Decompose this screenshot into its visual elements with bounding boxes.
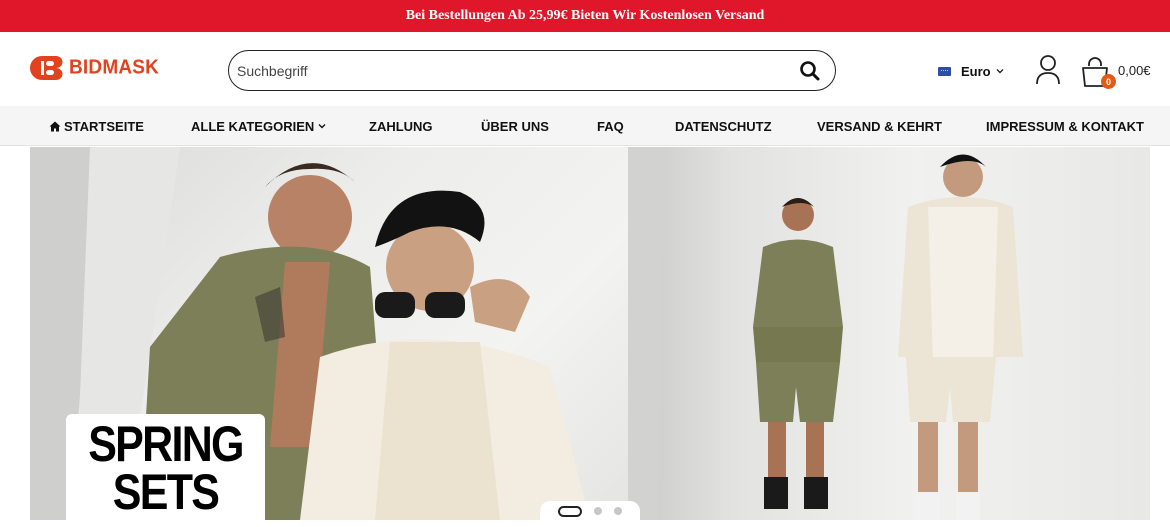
search-icon[interactable] [799, 60, 821, 82]
site-header: BIDMASK Euro 0 0,00€ [0, 32, 1170, 106]
nav-label: VERSAND & KEHRT [817, 118, 942, 134]
announcement-text: Bei Bestellungen Ab 25,99€ Bieten Wir Ko… [405, 8, 765, 23]
nav-label: ÜBER UNS [481, 118, 549, 134]
search-bar [228, 50, 836, 91]
currency-selector[interactable]: Euro [938, 63, 1005, 79]
nav-item-ueber-uns[interactable]: ÜBER UNS [481, 106, 549, 146]
slider-dot-1[interactable] [558, 505, 582, 517]
nav-label: STARTSEITE [64, 118, 144, 134]
nav-label: ZAHLUNG [369, 118, 433, 134]
promo-line-2: SETS [112, 464, 220, 520]
nav-item-faq[interactable]: FAQ [597, 106, 624, 146]
nav-item-datenschutz[interactable]: DATENSCHUTZ [675, 106, 772, 146]
promo-badge[interactable]: SPRING SETS [66, 414, 265, 520]
announcement-bar: Bei Bestellungen Ab 25,99€ Bieten Wir Ko… [0, 0, 1170, 32]
logo-mark-icon [30, 56, 63, 80]
hero-image-right [628, 147, 1150, 520]
search-input[interactable] [237, 55, 777, 86]
cart-count-badge: 0 [1101, 74, 1116, 89]
hero-slider[interactable]: SPRING SETS [30, 147, 1150, 520]
nav-item-alle-kategorien[interactable]: ALLE KATEGORIEN [191, 106, 330, 146]
slider-dot-2[interactable] [594, 507, 602, 515]
chevron-down-icon [318, 124, 326, 129]
nav-item-zahlung[interactable]: ZAHLUNG [369, 106, 433, 146]
account-icon[interactable] [1034, 54, 1062, 86]
currency-label: Euro [961, 63, 991, 79]
slider-dot-3[interactable] [614, 507, 622, 515]
promo-line-1: SPRING [88, 416, 244, 472]
nav-item-impressum-kontakt[interactable]: IMPRESSUM & KONTAKT [986, 106, 1144, 146]
hero-models-full-illustration [628, 147, 1023, 520]
slider-pagination [540, 501, 640, 520]
cart-total[interactable]: 0,00€ [1118, 63, 1151, 78]
main-nav: STARTSEITE ALLE KATEGORIEN ZAHLUNG ÜBER … [0, 106, 1170, 146]
nav-item-startseite[interactable]: STARTSEITE [49, 106, 144, 146]
nav-label: FAQ [597, 118, 624, 134]
nav-label: ALLE KATEGORIEN [191, 118, 315, 134]
logo[interactable]: BIDMASK [28, 54, 159, 82]
chevron-down-icon [996, 69, 1004, 74]
nav-item-versand-kehrt[interactable]: VERSAND & KEHRT [817, 106, 942, 146]
eu-flag-icon [938, 66, 951, 76]
nav-label: DATENSCHUTZ [675, 118, 772, 134]
home-icon [49, 121, 61, 131]
logo-text: BIDMASK [69, 56, 160, 79]
hero-image-left: SPRING SETS [30, 147, 628, 520]
nav-label: IMPRESSUM & KONTAKT [986, 118, 1144, 134]
